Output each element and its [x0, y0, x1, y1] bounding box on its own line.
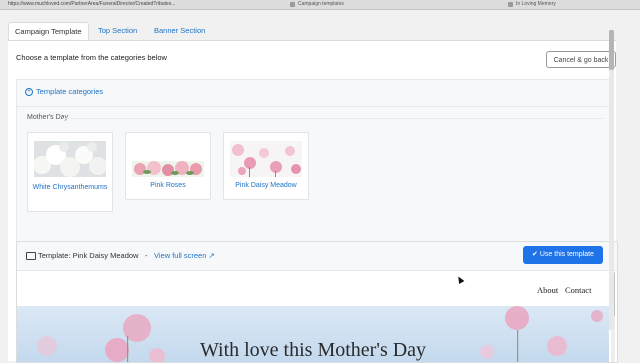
use-this-template-button[interactable]: ✔ Use this template	[523, 246, 603, 264]
template-categories-label: Template categories	[36, 87, 104, 96]
template-card-white-chrysanthemums[interactable]: White Chrysanthemums	[27, 132, 113, 212]
tab-campaign-template[interactable]: Campaign Template	[8, 22, 89, 41]
image-icon	[26, 252, 36, 260]
template-name: White Chrysanthemums	[32, 184, 108, 191]
template-card-pink-daisy-meadow[interactable]: Pink Daisy Meadow	[223, 132, 309, 200]
browser-tab-campaign[interactable]: Campaign templates	[290, 0, 428, 9]
page-scrollbar[interactable]	[609, 30, 614, 330]
preview-headline: With love this Mother's Day	[199, 339, 427, 361]
preview-nav-contact[interactable]: Contact	[565, 285, 591, 295]
external-link-icon: ↗	[208, 251, 215, 260]
tab-favicon	[508, 2, 513, 7]
divider	[63, 118, 603, 119]
divider	[17, 106, 613, 107]
preview-nav-about[interactable]: About	[537, 285, 558, 295]
cancel-go-back-button[interactable]: Cancel & go back	[546, 51, 616, 68]
template-preview: About Contact With love this Mother's Da…	[17, 271, 609, 362]
url-bar[interactable]: https://www.muchloved.com/PartnerArea/Fu…	[8, 0, 175, 9]
view-full-screen-link[interactable]: View full screen ↗	[154, 251, 215, 260]
template-name: Pink Daisy Meadow	[235, 182, 297, 189]
template-title: Template: Pink Daisy Meadow	[38, 251, 139, 260]
tab-favicon	[290, 2, 295, 7]
template-preview-panel: Template: Pink Daisy Meadow - View full …	[16, 241, 618, 363]
campaign-panel: Choose a template from the categories be…	[8, 40, 618, 363]
white-flowers-thumbnail	[34, 141, 106, 177]
template-card-pink-roses[interactable]: Pink Roses	[125, 132, 211, 200]
use-this-template-label: Use this template	[539, 251, 594, 258]
tab-banner-section[interactable]: Banner Section	[148, 22, 211, 40]
tab-top-section[interactable]: Top Section	[92, 22, 143, 40]
check-icon: ✔	[532, 251, 538, 258]
view-full-screen-label: View full screen	[154, 251, 207, 260]
category-name: Mother's Day	[27, 114, 69, 121]
template-preview-header: Template: Pink Daisy Meadow - View full …	[17, 242, 617, 271]
browser-tab-label: Campaign templates	[298, 1, 344, 7]
pink-daisies-thumbnail	[230, 141, 302, 177]
scroll-thumb[interactable]	[609, 30, 614, 70]
choose-instructions: Choose a template from the categories be…	[16, 53, 167, 62]
template-categories-toggle[interactable]: + Template categories	[25, 87, 104, 97]
template-name: Pink Roses	[150, 182, 186, 189]
browser-bar: https://www.muchloved.com/PartnerArea/Fu…	[0, 0, 640, 10]
browser-tab-label: In Loving Memory	[516, 1, 556, 7]
browser-tab-memory[interactable]: In Loving Memory	[508, 0, 636, 9]
pink-roses-thumbnail	[132, 141, 204, 177]
title-separator: -	[145, 251, 148, 260]
plus-circle-icon: +	[25, 88, 33, 97]
